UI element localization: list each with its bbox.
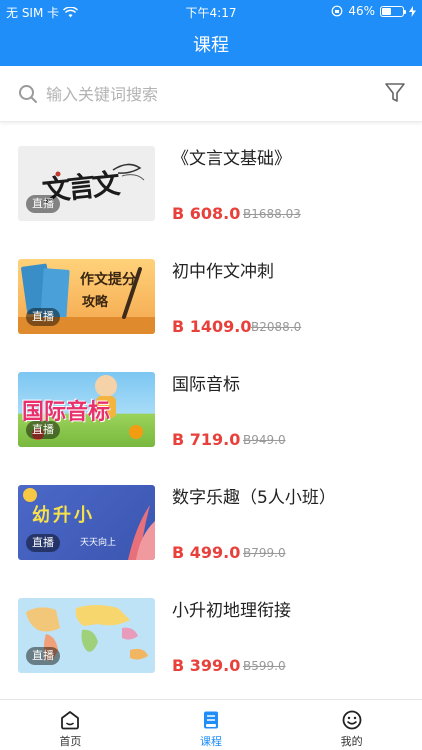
course-price: B 399.0	[172, 656, 241, 675]
course-item[interactable]: 国际音标 直播 国际音标 B 719.0 B949.0	[0, 354, 422, 467]
tab-bar: 首页 课程 我的	[0, 699, 422, 750]
status-right: 46%	[331, 4, 416, 18]
course-original-price: B799.0	[243, 546, 286, 560]
tab-home[interactable]: 首页	[0, 700, 141, 750]
tab-label: 课程	[200, 735, 222, 748]
course-title: 小升初地理衔接	[172, 601, 291, 621]
live-badge: 直播	[26, 195, 60, 213]
course-original-price: B599.0	[243, 659, 286, 673]
course-book-icon	[204, 711, 218, 729]
course-item[interactable]: 幼升小 天天向上 直播 数字乐趣（5人小班） B 499.0 B799.0	[0, 467, 422, 580]
course-thumbnail: 作文提分 攻略 直播	[18, 259, 155, 334]
smiley-icon	[342, 710, 362, 730]
course-price: B 499.0	[172, 543, 241, 562]
live-badge: 直播	[26, 534, 60, 552]
live-badge: 直播	[26, 421, 60, 439]
tab-mine[interactable]: 我的	[281, 700, 422, 750]
thumb-title-text: 作文提分	[80, 272, 136, 288]
course-price: B 1409.0	[172, 317, 252, 336]
course-title: 国际音标	[172, 375, 240, 395]
rotation-lock-icon	[331, 5, 343, 17]
tab-label: 首页	[59, 735, 82, 748]
thumb-title-text: 幼升小	[32, 505, 95, 526]
course-original-price: B2088.0	[251, 320, 302, 334]
course-item[interactable]: 作文提分 攻略 直播 初中作文冲刺 B 1409.0 B2088.0	[0, 241, 422, 354]
search-input[interactable]	[46, 80, 346, 108]
page-title: 课程	[193, 35, 229, 56]
search-icon	[19, 85, 37, 103]
search-bar	[0, 66, 422, 122]
tab-course[interactable]: 课程	[141, 700, 282, 750]
home-icon	[61, 711, 80, 730]
battery-icon	[380, 5, 406, 17]
course-thumbnail: 文言文 直播	[18, 146, 155, 221]
filter-icon[interactable]	[384, 82, 406, 104]
course-item[interactable]: 直播 小升初地理衔接 B 399.0 B599.0	[0, 580, 422, 693]
course-list: 文言文 直播 《文言文基础》 B 608.0 B1688.03 作文提分 攻略 …	[0, 128, 422, 693]
battery-percent: 46%	[348, 4, 375, 18]
battery-level	[382, 7, 392, 15]
course-thumbnail: 国际音标 直播	[18, 372, 155, 447]
course-item[interactable]: 文言文 直播 《文言文基础》 B 608.0 B1688.03	[0, 128, 422, 241]
course-thumbnail: 幼升小 天天向上 直播	[18, 485, 155, 560]
thumb-subtitle-text: 攻略	[82, 295, 109, 310]
course-price: B 719.0	[172, 430, 241, 449]
course-title: 数字乐趣（5人小班）	[172, 488, 336, 508]
course-title: 《文言文基础》	[172, 149, 291, 169]
live-badge: 直播	[26, 647, 60, 665]
course-original-price: B1688.03	[243, 207, 301, 221]
course-title: 初中作文冲刺	[172, 262, 274, 282]
course-price: B 608.0	[172, 204, 241, 223]
live-badge: 直播	[26, 308, 60, 326]
status-bar: 无 SIM 卡 下午4:17 46%	[0, 0, 422, 22]
thumb-subtitle-text: 天天向上	[80, 538, 117, 548]
tab-label: 我的	[340, 735, 363, 748]
course-thumbnail: 直播	[18, 598, 155, 673]
nav-bar: 课程	[0, 22, 422, 66]
charging-icon	[409, 5, 416, 17]
course-original-price: B949.0	[243, 433, 286, 447]
